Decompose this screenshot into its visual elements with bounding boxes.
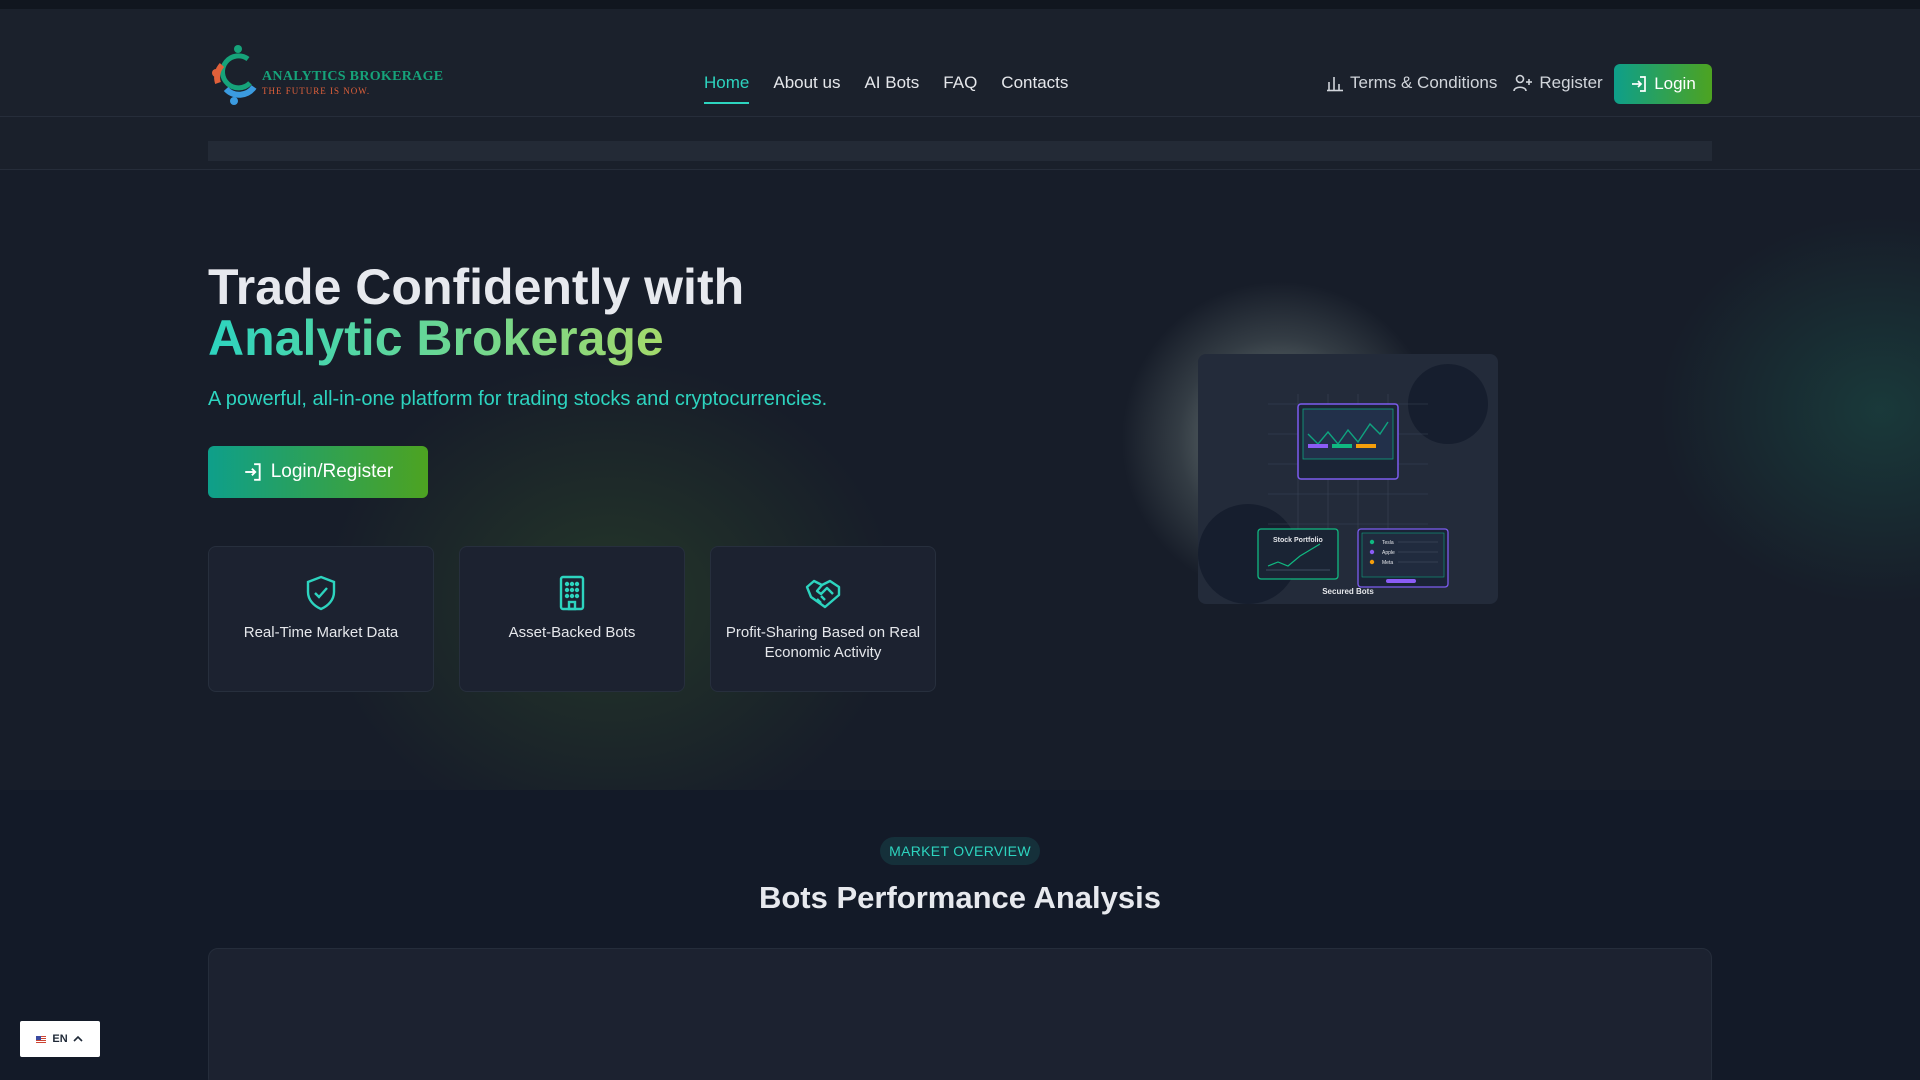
sub-bar-placeholder — [208, 141, 1712, 161]
header-right-links: Terms & Conditions Register — [1326, 73, 1619, 93]
register-label: Register — [1539, 73, 1603, 92]
hero-glow-right — [1640, 200, 1920, 620]
user-plus-icon — [1513, 74, 1533, 92]
terms-label: Terms & Conditions — [1350, 73, 1498, 92]
logo-tagline: THE FUTURE IS NOW. — [262, 86, 371, 96]
logo-mark-icon — [212, 45, 257, 105]
building-icon — [559, 575, 585, 611]
top-strip — [0, 0, 1920, 9]
performance-panel — [208, 948, 1712, 1080]
nav-contacts[interactable]: Contacts — [1001, 73, 1068, 104]
logo[interactable]: ANALYTICS BROKERAGE THE FUTURE IS NOW. — [208, 43, 448, 117]
market-overview-badge: MARKET OVERVIEW — [880, 837, 1040, 865]
feature-label: Profit-Sharing Based on Real Economic Ac… — [725, 624, 921, 661]
stock-portfolio-label: Stock Portfolio — [1273, 537, 1323, 544]
feature-label: Asset-Backed Bots — [508, 624, 636, 641]
dashboard-illustration: Stock Portfolio Tesla Apple Meta Secured… — [1198, 364, 1488, 604]
hero-title-highlight: Analytic Brokerage — [208, 310, 664, 366]
us-flag-icon — [36, 1035, 47, 1043]
bar-chart-icon — [1327, 77, 1343, 92]
hero-illustration: Stock Portfolio Tesla Apple Meta Secured… — [1198, 354, 1498, 604]
list-item-tesla: Tesla — [1382, 540, 1394, 546]
terms-link[interactable]: Terms & Conditions — [1326, 73, 1497, 93]
logo-title: ANALYTICS BROKERAGE — [262, 69, 444, 84]
login-icon — [1632, 76, 1647, 92]
sub-bar — [0, 117, 1920, 170]
market-overview-section: MARKET OVERVIEW Bots Performance Analysi… — [0, 790, 1920, 1080]
language-code: EN — [52, 1033, 68, 1045]
cta-label: Login/Register — [270, 461, 394, 482]
handshake-icon — [805, 579, 841, 609]
hero-subtitle: A powerful, all-in-one platform for trad… — [208, 388, 828, 410]
list-item-apple: Apple — [1382, 550, 1395, 556]
feature-label: Real-Time Market Data — [243, 624, 399, 641]
login-label: Login — [1654, 74, 1696, 93]
language-selector[interactable]: EN — [20, 1021, 100, 1057]
shield-check-icon — [306, 575, 336, 611]
section-title: Bots Performance Analysis — [758, 880, 1161, 915]
main-nav: Home About us AI Bots FAQ Contacts — [704, 73, 1092, 104]
nav-faq[interactable]: FAQ — [943, 73, 977, 104]
login-button[interactable]: Login — [1614, 64, 1712, 104]
chevron-up-icon — [73, 1035, 83, 1042]
nav-ai-bots[interactable]: AI Bots — [864, 73, 919, 104]
feature-card-profit-sharing: Profit-Sharing Based on Real Economic Ac… — [710, 546, 936, 692]
register-link[interactable]: Register — [1513, 73, 1603, 93]
feature-card-market-data: Real-Time Market Data — [208, 546, 434, 692]
nav-home[interactable]: Home — [704, 73, 750, 104]
hero-section: Trade Confidently with Analytic Brokerag… — [0, 170, 1920, 790]
login-register-button[interactable]: Login/Register — [208, 446, 428, 498]
nav-about-us[interactable]: About us — [773, 73, 840, 104]
hero-title: Trade Confidently with — [208, 259, 745, 315]
site-header: ANALYTICS BROKERAGE THE FUTURE IS NOW. H… — [0, 9, 1920, 117]
login-icon — [244, 463, 261, 481]
secured-bots-caption: Secured Bots — [1322, 587, 1374, 596]
feature-card-asset-bots: Asset-Backed Bots — [459, 546, 685, 692]
list-item-meta: Meta — [1382, 560, 1393, 566]
